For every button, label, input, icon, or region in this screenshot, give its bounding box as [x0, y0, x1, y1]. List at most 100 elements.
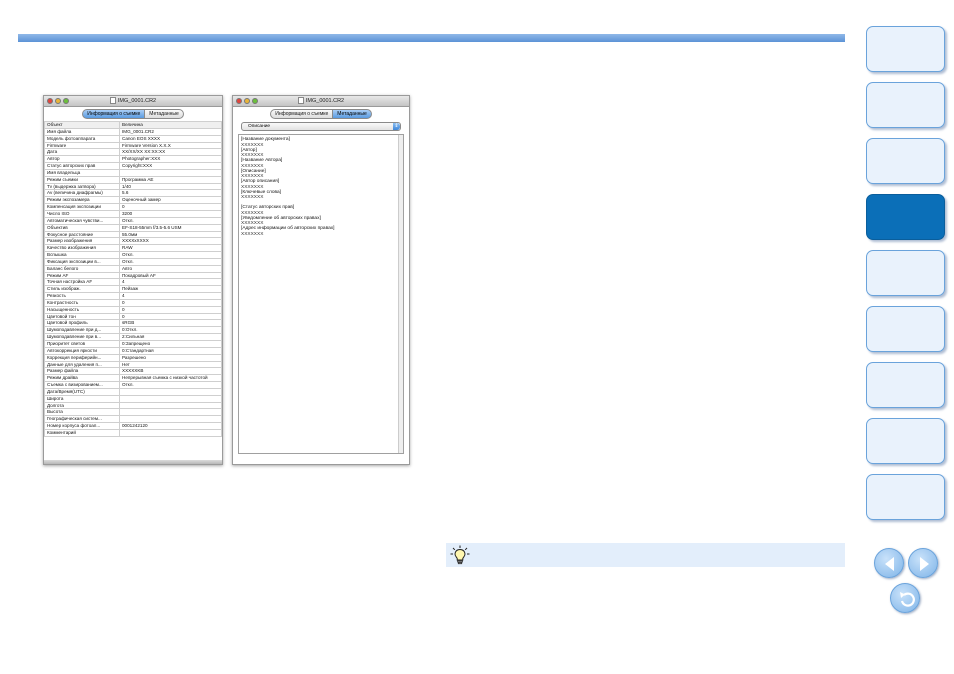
- table-row[interactable]: Цветовой тон 0: [44, 312, 222, 321]
- table-row[interactable]: Баланс белого Авто: [44, 264, 222, 273]
- table-row[interactable]: Резкость 4: [44, 292, 222, 300]
- table-row[interactable]: Насыщенность 0: [44, 305, 222, 314]
- zoom-button[interactable]: [63, 98, 69, 104]
- table-row[interactable]: Автор Photographer:XXX: [44, 155, 222, 164]
- metadata-field-value[interactable]: XXXXXXX: [241, 232, 401, 237]
- return-icon: [900, 592, 915, 607]
- cell-object: Фокусное расстояние: [44, 230, 120, 239]
- table-row[interactable]: Число ISO 3200: [44, 209, 222, 218]
- tab-metadata[interactable]: Метаданные: [144, 109, 184, 119]
- nav-button-6[interactable]: [866, 306, 945, 352]
- tab-metadata[interactable]: Метаданные: [332, 109, 372, 119]
- tab-shooting-info[interactable]: Информация о съемке: [270, 109, 333, 119]
- cell-value: [119, 387, 222, 396]
- return-button[interactable]: [890, 583, 920, 613]
- table-row[interactable]: Режим экспозамера Оценочный замер: [44, 196, 222, 205]
- table-row[interactable]: Данные для удаления п... Нет: [44, 360, 222, 369]
- table-row[interactable]: Номер корпуса фотоап... 0001242120: [44, 422, 222, 430]
- cell-object: Tv (выдержка затвора): [44, 182, 120, 191]
- cell-value: Откл.: [119, 216, 222, 225]
- table-row[interactable]: Firmware Firmware Version X.X.X: [44, 141, 222, 150]
- table-row[interactable]: Шумоподавление при д... 0:Откл.: [44, 326, 222, 335]
- table-row[interactable]: Дата XX/XX/XX XX:XX:XX: [44, 148, 222, 157]
- cell-object: Режим экспозамера: [44, 196, 120, 205]
- cell-object: Данные для удаления п...: [44, 360, 120, 369]
- window-title: IMG_0001.CR2: [305, 98, 345, 104]
- zoom-button[interactable]: [252, 98, 258, 104]
- previous-page-button[interactable]: [874, 548, 904, 578]
- table-row[interactable]: Модель фотоаппарата Canon EOS XXXX: [44, 134, 222, 143]
- table-row[interactable]: Статус авторских прав Copyright:XXX: [44, 162, 222, 170]
- table-row[interactable]: Вспышка Откл.: [44, 251, 222, 259]
- table-row[interactable]: Широта: [44, 394, 222, 403]
- table-row[interactable]: Дата/Время(UTC): [44, 387, 222, 396]
- table-row[interactable]: Av (величина диафрагмы) 5.6: [44, 189, 222, 198]
- minimize-button[interactable]: [244, 98, 250, 104]
- cell-value: 55.0мм: [119, 230, 222, 239]
- nav-button-9[interactable]: [866, 474, 945, 520]
- cell-object: Размер файла: [44, 367, 120, 376]
- table-row[interactable]: Имя файла IMG_0001.CR2: [44, 127, 222, 136]
- metadata-category-select[interactable]: Описание ⇕: [241, 122, 401, 131]
- table-row[interactable]: Объектив EF-S18-55mm f/3.5-5.6 USM: [44, 223, 222, 232]
- cell-object: Шумоподавление при в...: [44, 333, 120, 341]
- minimize-button[interactable]: [55, 98, 61, 104]
- vertical-scrollbar[interactable]: [398, 135, 403, 453]
- cell-value: Непрерывная съемка с низкой частотой: [119, 374, 222, 383]
- close-button[interactable]: [47, 98, 53, 104]
- table-row[interactable]: Стиль изображ. Пейзаж: [44, 285, 222, 294]
- cell-value: [119, 415, 222, 424]
- table-row[interactable]: Точная настройка AF 4: [44, 278, 222, 287]
- window-titlebar[interactable]: IMG_0001.CR2: [233, 96, 409, 107]
- table-row[interactable]: Цветовой профиль sRGB: [44, 319, 222, 328]
- nav-button-8[interactable]: [866, 418, 945, 464]
- cell-object: Географическая систем...: [44, 415, 120, 424]
- cell-value: 0:Откл.: [119, 326, 222, 335]
- cell-object: Firmware: [44, 141, 120, 150]
- column-header-object: Объект: [44, 121, 120, 129]
- table-row[interactable]: Компенсация экспозиции 0: [44, 203, 222, 211]
- table-row[interactable]: Качество изображения RAW: [44, 244, 222, 253]
- cell-object: Насыщенность: [44, 305, 120, 314]
- table-row[interactable]: Высота: [44, 408, 222, 417]
- table-row[interactable]: Tv (выдержка затвора) 1/40: [44, 182, 222, 191]
- nav-button-3[interactable]: [866, 138, 945, 184]
- table-row[interactable]: Контрастность 0: [44, 298, 222, 307]
- nav-button-1[interactable]: [866, 26, 945, 72]
- table-row[interactable]: Съемка с визированием... Откл.: [44, 381, 222, 389]
- table-row[interactable]: Долгота: [44, 401, 222, 410]
- cell-object: Av (величина диафрагмы): [44, 189, 120, 198]
- next-page-button[interactable]: [908, 548, 938, 578]
- table-row[interactable]: Имя владельца: [44, 168, 222, 177]
- table-row[interactable]: Приоритет светов 0:Запрещено: [44, 340, 222, 348]
- metadata-window: IMG_0001.CR2 Информация о съемке Метадан…: [232, 95, 410, 465]
- nav-button-7[interactable]: [866, 362, 945, 408]
- shooting-info-window: IMG_0001.CR2 Информация о съемке Метадан…: [43, 95, 223, 465]
- nav-button-4-active[interactable]: [866, 194, 945, 240]
- horizontal-scrollbar[interactable]: [44, 460, 222, 464]
- table-row[interactable]: Комментарий: [44, 428, 222, 437]
- nav-button-5[interactable]: [866, 250, 945, 296]
- table-row[interactable]: Режим съемки Программа AE: [44, 175, 222, 184]
- table-row[interactable]: Размер файла XXXXXKB: [44, 367, 222, 376]
- table-row[interactable]: Автоматическая чувстви... Откл.: [44, 216, 222, 225]
- cell-object: Резкость: [44, 292, 120, 300]
- cell-value: Откл.: [119, 251, 222, 259]
- table-row[interactable]: Фокусное расстояние 55.0мм: [44, 230, 222, 239]
- cell-value: sRGB: [119, 319, 222, 328]
- metadata-text-area[interactable]: [Название документа] XXXXXXX [Автор] XXXXXX…: [238, 134, 404, 454]
- table-row[interactable]: Режим AF Покадровый AF: [44, 271, 222, 280]
- table-row[interactable]: Размер изображения XXXXxXXXX: [44, 237, 222, 246]
- table-row[interactable]: Автокоррекция яркости 0:Стандартная: [44, 346, 222, 355]
- table-row[interactable]: Фиксация экспозиции в... Откл.: [44, 257, 222, 266]
- cell-value: 0001242120: [119, 422, 222, 430]
- nav-button-2[interactable]: [866, 82, 945, 128]
- close-button[interactable]: [236, 98, 242, 104]
- table-row[interactable]: Коррекция периферийн... Разрешено: [44, 353, 222, 362]
- window-titlebar[interactable]: IMG_0001.CR2: [44, 96, 222, 107]
- cell-value: 3200: [119, 209, 222, 218]
- table-row[interactable]: Шумоподавление при в... 2:Сильная: [44, 333, 222, 341]
- table-row[interactable]: Режим драйва Непрерывная съемка с низкой …: [44, 374, 222, 383]
- table-row[interactable]: Географическая систем...: [44, 415, 222, 424]
- tab-shooting-info[interactable]: Информация о съемке: [82, 109, 145, 119]
